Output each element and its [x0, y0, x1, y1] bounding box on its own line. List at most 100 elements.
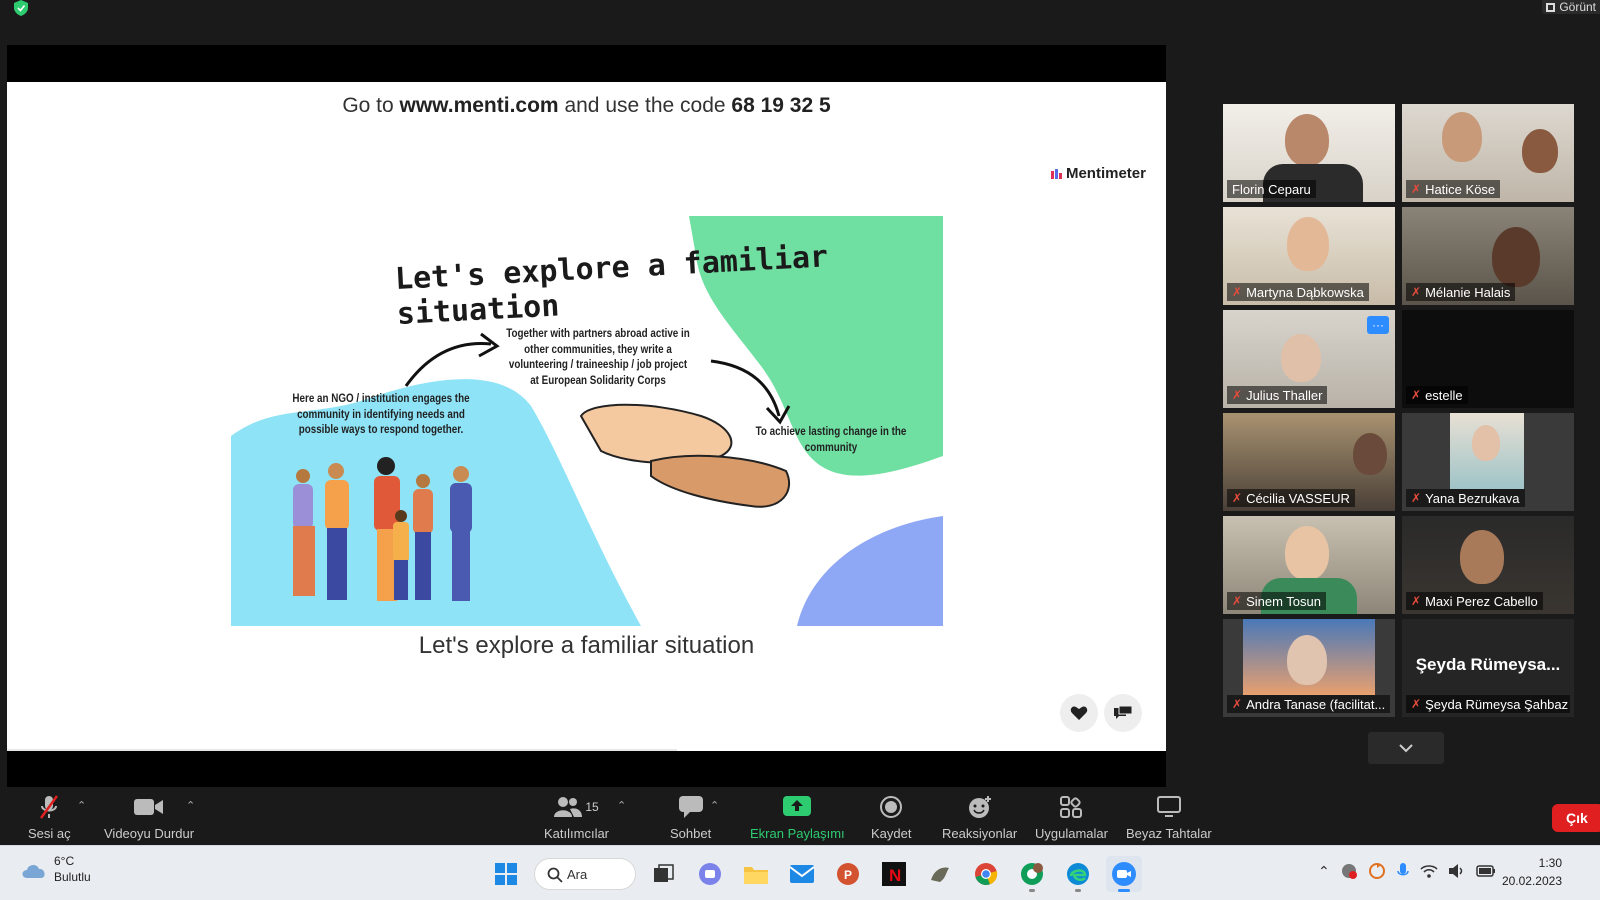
record-button[interactable]: Kaydet: [871, 793, 911, 841]
record-icon: [880, 796, 903, 818]
video-tile[interactable]: ✗ Mélanie Halais: [1402, 207, 1574, 305]
chrome-profile-app[interactable]: [1014, 856, 1050, 892]
video-tile[interactable]: ✗ Cécilia VASSEUR: [1223, 413, 1395, 511]
taskbar-search[interactable]: Ara: [534, 858, 636, 890]
teams-chat-app[interactable]: [692, 856, 728, 892]
task-view-icon: [654, 864, 674, 882]
video-tile[interactable]: Florin Ceparu: [1223, 104, 1395, 202]
participants-icon: [554, 797, 583, 817]
participant-name: Maxi Perez Cabello: [1425, 593, 1538, 609]
video-tile[interactable]: ✗ estelle: [1402, 310, 1574, 408]
reactions-label: Reaksiyonlar: [942, 826, 1018, 841]
encryption-shield-icon[interactable]: [12, 0, 30, 16]
folder-icon: [744, 867, 768, 884]
powerpoint-app[interactable]: P: [830, 856, 866, 892]
participant-face: [1442, 112, 1482, 162]
code-prefix: Go to: [342, 94, 400, 117]
video-options-caret[interactable]: ⌃: [186, 799, 195, 812]
stop-video-button[interactable]: Videoyu Durdur: [104, 793, 194, 841]
share-screen-button[interactable]: Ekran Paylaşımı: [750, 793, 845, 841]
video-tile[interactable]: ✗ Yana Bezrukava: [1402, 413, 1574, 511]
more-options-button[interactable]: ···: [1367, 316, 1389, 334]
edge-app[interactable]: [1060, 856, 1096, 892]
game-app[interactable]: [922, 856, 958, 892]
dragon-icon: [931, 867, 949, 882]
participant-name-tag: ✗ Yana Bezrukava: [1406, 489, 1525, 507]
video-tile[interactable]: ✗ Maxi Perez Cabello: [1402, 516, 1574, 614]
zoom-app[interactable]: [1106, 856, 1142, 892]
purple-blob: [797, 516, 943, 626]
illustration-text-right: To achieve lasting change in the communi…: [755, 424, 907, 454]
stop-video-label: Videoyu Durdur: [104, 826, 195, 841]
participant-face: [1287, 217, 1329, 271]
participants-label: Katılımcılar: [544, 826, 610, 841]
heart-button[interactable]: [1060, 694, 1098, 732]
participants-options-caret[interactable]: ⌃: [617, 799, 626, 812]
participant-face: [1460, 530, 1504, 584]
participants-button[interactable]: 15 Katılımcılar: [544, 793, 609, 841]
battery-icon[interactable]: [1475, 864, 1496, 878]
chat-icon: [678, 796, 703, 818]
speaker-icon[interactable]: [1448, 863, 1466, 879]
video-tile[interactable]: ✗ Andra Tanase (facilitat...: [1223, 619, 1395, 717]
participant-face: [1285, 114, 1329, 166]
microphone-icon[interactable]: [1396, 862, 1410, 880]
participant-name-tag: Florin Ceparu: [1227, 180, 1316, 198]
mail-app[interactable]: [784, 856, 820, 892]
taskbar-clock[interactable]: 1:30 20.02.2023: [1502, 854, 1562, 890]
gallery-next-page-button[interactable]: [1368, 732, 1444, 764]
file-explorer-app[interactable]: [738, 856, 774, 892]
security-status-icon[interactable]: [1340, 862, 1358, 880]
chrome-app[interactable]: [968, 856, 1004, 892]
mic-muted-icon: ✗: [1232, 388, 1243, 402]
chevron-up-icon[interactable]: ⌃: [1318, 863, 1330, 880]
shared-screen[interactable]: Go to www.menti.com and use the code 68 …: [7, 45, 1166, 787]
chrome-icon: [975, 863, 998, 886]
video-tile[interactable]: ✗ Sinem Tosun: [1223, 516, 1395, 614]
menti-url: www.menti.com: [399, 94, 559, 117]
video-camera-icon: [134, 799, 164, 815]
video-tile[interactable]: Şeyda Rümeysa... ✗ Şeyda Rümeysa Şahbaz: [1402, 619, 1574, 717]
unmute-button[interactable]: Sesi aç: [28, 793, 71, 841]
wifi-icon[interactable]: [1420, 863, 1438, 879]
weather-widget[interactable]: 6°C Bulutlu: [20, 854, 91, 885]
edge-icon: [1067, 863, 1089, 885]
chat-button[interactable]: Sohbet: [670, 793, 711, 841]
netflix-icon: N: [882, 862, 906, 886]
clock-date: 20.02.2023: [1501, 874, 1562, 888]
participant-display-name: Şeyda Rümeysa...: [1415, 655, 1561, 674]
sync-icon[interactable]: [1368, 862, 1386, 880]
chevron-down-icon: [1399, 744, 1413, 753]
leave-button[interactable]: Çık: [1552, 804, 1600, 832]
start-button[interactable]: [488, 856, 524, 892]
participant-name: Şeyda Rümeysa Şahbaz: [1425, 696, 1569, 712]
audio-options-caret[interactable]: ⌃: [77, 799, 86, 812]
reactions-button[interactable]: Reaksiyonlar: [942, 793, 1017, 841]
apps-button[interactable]: Uygulamalar: [1035, 793, 1108, 841]
video-tile[interactable]: ··· ✗ Julius Thaller: [1223, 310, 1395, 408]
meeting-top-bar: Görünt: [0, 0, 1600, 44]
task-view-button[interactable]: [646, 856, 682, 892]
comments-button[interactable]: [1104, 694, 1142, 732]
apps-label: Uygulamalar: [1035, 826, 1108, 841]
netflix-app[interactable]: N: [876, 856, 912, 892]
view-button[interactable]: Görünt: [1542, 0, 1600, 14]
mic-muted-icon: ✗: [1232, 285, 1243, 299]
participant-name: Mélanie Halais: [1425, 284, 1511, 300]
video-tile[interactable]: ✗ Martyna Dąbkowska: [1223, 207, 1395, 305]
participant-name-tag: ✗ Şeyda Rümeysa Şahbaz: [1406, 695, 1570, 713]
whiteboards-button[interactable]: Beyaz Tahtalar: [1126, 793, 1212, 841]
menti-code-line: Go to www.menti.com and use the code 68 …: [7, 94, 1166, 118]
running-indicator: [1075, 889, 1081, 892]
chrome-profile-icon: [1021, 863, 1043, 885]
participant-face: [1492, 227, 1540, 287]
search-label: Ara: [567, 866, 588, 882]
video-tile[interactable]: ✗ Hatice Köse: [1402, 104, 1574, 202]
mic-muted-icon: [40, 795, 59, 819]
weather-condition: Bulutlu: [54, 869, 91, 884]
participant-name-tag: ✗ Maxi Perez Cabello: [1406, 592, 1543, 610]
participant-face: [1287, 635, 1327, 685]
chat-options-caret[interactable]: ⌃: [710, 799, 719, 812]
mic-muted-icon: ✗: [1411, 182, 1422, 196]
view-label: Görünt: [1559, 0, 1596, 14]
